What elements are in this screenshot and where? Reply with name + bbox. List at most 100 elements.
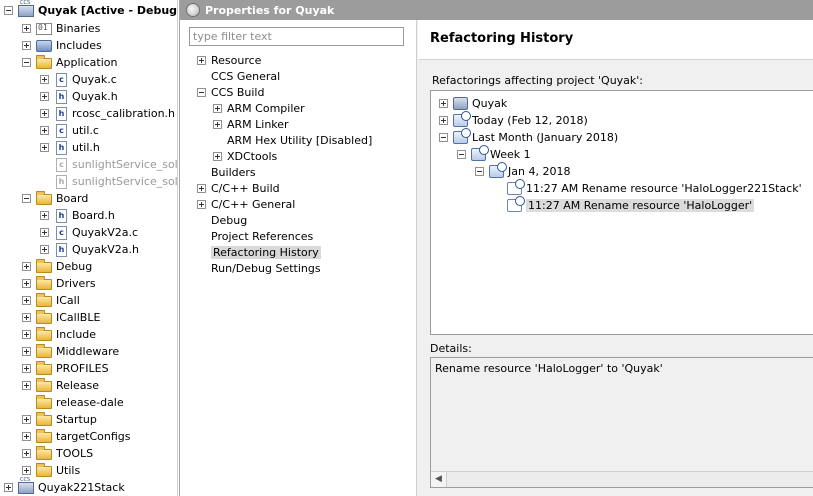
nav-item[interactable]: Run/Debug Settings	[197, 260, 321, 276]
tree-item[interactable]: Drivers	[22, 275, 96, 292]
history-item[interactable]: Last Month (January 2018)	[439, 128, 618, 146]
expand-icon[interactable]	[22, 279, 31, 288]
tree-item[interactable]: c QuyakV2a.c	[40, 224, 138, 241]
expand-icon[interactable]	[40, 75, 49, 84]
collapse-icon[interactable]	[22, 194, 31, 203]
nav-item[interactable]: ARM Linker	[213, 116, 289, 132]
filter-input[interactable]	[189, 27, 404, 46]
tree-item[interactable]: c sunlightService_soln.	[40, 156, 177, 173]
expand-icon[interactable]	[40, 126, 49, 135]
expand-icon[interactable]	[22, 415, 31, 424]
h-file-icon: h	[56, 242, 67, 257]
tree-item[interactable]: Binaries	[22, 20, 100, 37]
nav-item[interactable]: C/C++ General	[197, 196, 295, 212]
expand-icon[interactable]	[4, 483, 13, 492]
expand-icon[interactable]	[197, 55, 206, 65]
expand-icon[interactable]	[40, 143, 49, 152]
expand-icon[interactable]	[22, 24, 31, 33]
expand-icon[interactable]	[22, 262, 31, 271]
expand-icon[interactable]	[22, 313, 31, 322]
expand-icon[interactable]	[22, 41, 31, 50]
expand-icon[interactable]	[40, 109, 49, 118]
tree-item[interactable]: Quyak221Stack	[4, 477, 125, 496]
expand-icon[interactable]	[22, 381, 31, 390]
history-item[interactable]: 11:27 AM Rename resource 'HaloLogger221S…	[493, 179, 802, 197]
expand-icon[interactable]	[197, 199, 206, 209]
tree-item[interactable]: h sunlightService_soln.	[40, 173, 177, 190]
collapse-icon[interactable]	[4, 6, 13, 15]
tree-item[interactable]: Debug	[22, 258, 92, 275]
tree-item-label: util.c	[72, 124, 99, 137]
nav-item[interactable]: C/C++ Build	[197, 180, 280, 196]
tree-item[interactable]: Utils	[22, 462, 80, 479]
tree-item[interactable]: h util.h	[40, 139, 100, 156]
expand-icon[interactable]	[213, 103, 222, 113]
scroll-left-arrow-icon[interactable]: ◀	[431, 472, 447, 487]
nav-item[interactable]: Builders	[197, 164, 256, 180]
history-item[interactable]: Today (Feb 12, 2018)	[439, 111, 588, 129]
expand-icon[interactable]	[40, 245, 49, 254]
tree-item-label: QuyakV2a.c	[72, 226, 139, 239]
expand-icon[interactable]	[22, 364, 31, 373]
h-file-icon: h	[56, 208, 67, 223]
tree-item[interactable]: Application	[22, 54, 117, 71]
history-item[interactable]: 11:27 AM Rename resource 'HaloLogger'	[493, 196, 755, 214]
nav-item-label: Run/Debug Settings	[211, 261, 321, 275]
expand-icon[interactable]	[213, 151, 222, 161]
tree-item[interactable]: h Quyak.h	[40, 88, 118, 105]
tree-item[interactable]: PROFILES	[22, 360, 109, 377]
expand-icon[interactable]	[213, 119, 222, 129]
tree-item[interactable]: Quyak [Active - Debug]	[4, 0, 177, 19]
collapse-icon[interactable]	[457, 150, 466, 159]
collapse-icon[interactable]	[475, 167, 484, 176]
tree-item[interactable]: Board	[22, 190, 88, 207]
expand-icon[interactable]	[22, 330, 31, 339]
tree-item[interactable]: c util.c	[40, 122, 99, 139]
collapse-icon[interactable]	[22, 58, 31, 67]
expand-icon[interactable]	[439, 99, 448, 108]
tree-item[interactable]: h Board.h	[40, 207, 115, 224]
collapse-icon[interactable]	[439, 133, 448, 142]
tree-item[interactable]: Middleware	[22, 343, 119, 360]
details-horizontal-scrollbar[interactable]: ◀	[431, 471, 813, 487]
tree-item[interactable]: h QuyakV2a.h	[40, 241, 139, 258]
tree-item[interactable]: Release	[22, 377, 99, 394]
expand-icon[interactable]	[22, 449, 31, 458]
nav-item[interactable]: CCS General	[197, 68, 280, 84]
expand-icon[interactable]	[40, 92, 49, 101]
expand-icon[interactable]	[40, 228, 49, 237]
history-item[interactable]: Quyak	[439, 95, 507, 112]
expand-icon[interactable]	[40, 211, 49, 220]
tree-item[interactable]: ICall	[22, 292, 80, 309]
nav-item[interactable]: CCS Build	[197, 84, 264, 100]
nav-item[interactable]: Project References	[197, 228, 313, 244]
tree-item[interactable]: release-dale	[22, 394, 124, 411]
tree-item[interactable]: Startup	[22, 411, 97, 428]
tree-item[interactable]: targetConfigs	[22, 428, 130, 445]
nav-item[interactable]: Refactoring History	[197, 244, 321, 260]
expand-icon[interactable]	[22, 296, 31, 305]
nav-item[interactable]: Debug	[197, 212, 247, 228]
expand-icon[interactable]	[22, 347, 31, 356]
collapse-icon[interactable]	[197, 87, 206, 97]
nav-item[interactable]: ARM Compiler	[213, 100, 305, 116]
nav-item[interactable]: Resource	[197, 52, 261, 68]
expand-icon[interactable]	[22, 432, 31, 441]
nav-item[interactable]: XDCtools	[213, 148, 277, 164]
refactoring-history-tree[interactable]: Quyak Today (Feb 12, 2018) Last Month (Jan…	[430, 90, 813, 335]
nav-item[interactable]: ARM Hex Utility [Disabled]	[213, 132, 372, 148]
tree-item[interactable]: Include	[22, 326, 96, 343]
details-text-area[interactable]: Rename resource 'HaloLogger' to 'Quyak' …	[430, 357, 813, 488]
history-item[interactable]: Week 1	[457, 145, 531, 163]
tree-item[interactable]: h rcosc_calibration.h	[40, 105, 175, 122]
expand-icon[interactable]	[197, 183, 206, 193]
expand-icon[interactable]	[22, 466, 31, 475]
tree-item[interactable]: TOOLS	[22, 445, 93, 462]
tree-item[interactable]: ICallBLE	[22, 309, 100, 326]
history-item-label: Jan 4, 2018	[508, 165, 571, 178]
dialog-titlebar[interactable]: Properties for Quyak	[180, 0, 813, 20]
tree-item[interactable]: c Quyak.c	[40, 71, 117, 88]
expand-icon[interactable]	[439, 116, 448, 125]
history-item[interactable]: Jan 4, 2018	[475, 162, 571, 180]
tree-item[interactable]: Includes	[22, 37, 102, 54]
